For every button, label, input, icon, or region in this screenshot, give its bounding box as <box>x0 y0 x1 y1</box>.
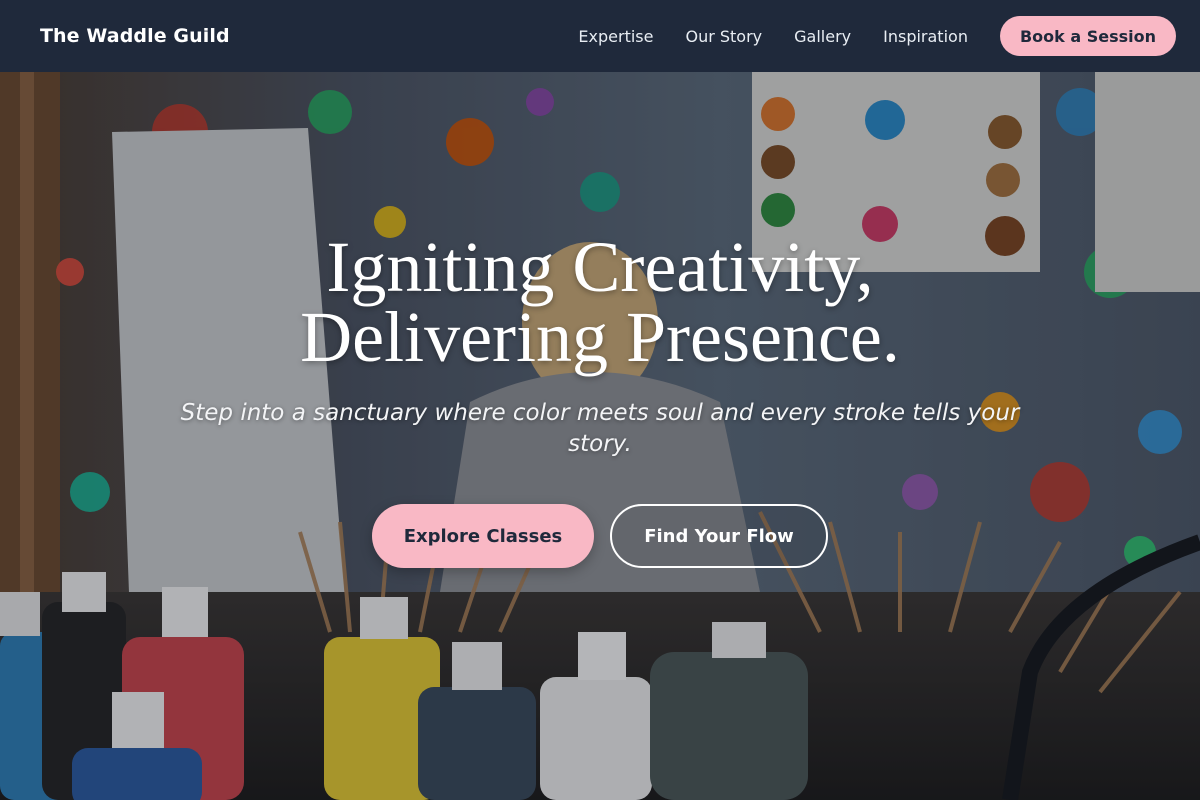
brand-logo[interactable]: The Waddle Guild <box>40 25 230 47</box>
hero-title-line2: Delivering Presence. <box>300 297 900 377</box>
nav-link-our-story[interactable]: Our Story <box>685 27 762 46</box>
hero-section: Igniting Creativity, Delivering Presence… <box>0 72 1200 800</box>
nav-links: Expertise Our Story Gallery Inspiration … <box>578 16 1176 56</box>
nav-link-gallery[interactable]: Gallery <box>794 27 851 46</box>
nav-link-expertise[interactable]: Expertise <box>578 27 653 46</box>
book-session-button[interactable]: Book a Session <box>999 16 1176 56</box>
hero-subtitle: Step into a sanctuary where color meets … <box>180 400 1020 457</box>
navbar: The Waddle Guild Expertise Our Story Gal… <box>0 0 1200 72</box>
nav-link-inspiration[interactable]: Inspiration <box>883 27 968 46</box>
hero-title-line1: Igniting Creativity, <box>326 227 874 307</box>
find-your-flow-button[interactable]: Find Your Flow <box>610 504 828 568</box>
explore-classes-button[interactable]: Explore Classes <box>372 504 594 568</box>
hero-title: Igniting Creativity, Delivering Presence… <box>0 231 1200 373</box>
